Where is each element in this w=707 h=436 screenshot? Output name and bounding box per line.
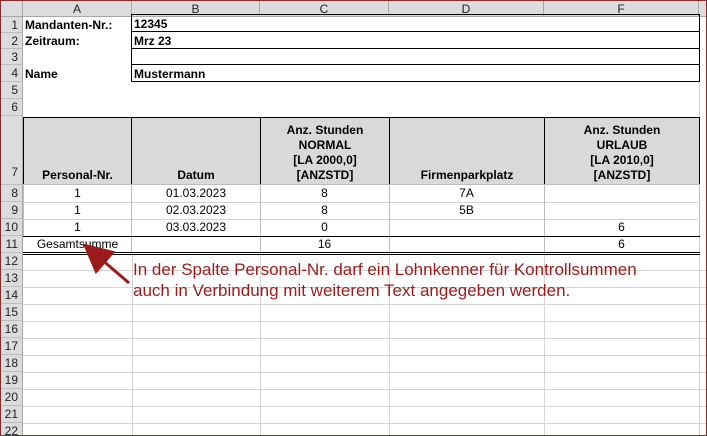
annotation-text: In der Spalte Personal-Nr. darf ein Lohn…: [133, 260, 637, 300]
annotation-arrow-icon: [82, 243, 130, 285]
spreadsheet: A B C D F 1 2 3 4 5 6 7 8 9 10 11 12 13 …: [0, 0, 707, 436]
